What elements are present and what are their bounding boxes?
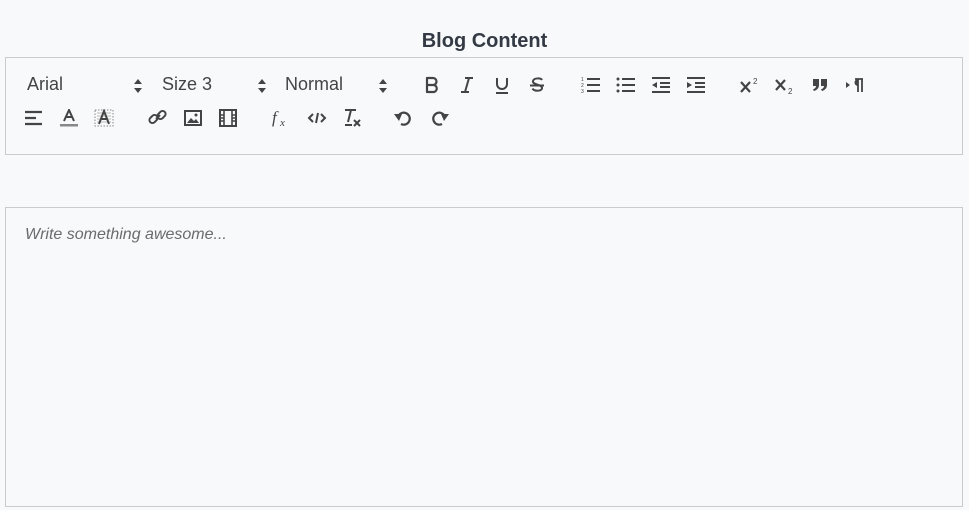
indent-button[interactable]: [682, 73, 710, 97]
svg-text:x: x: [279, 117, 285, 128]
align-left-icon: [25, 110, 42, 126]
page-title: Blog Content: [421, 30, 548, 52]
text-color-icon: [60, 109, 78, 127]
formula-button[interactable]: fx: [268, 106, 296, 130]
subscript-button[interactable]: 2: [771, 73, 799, 97]
background-color-icon: [94, 109, 114, 127]
bullet-list-button[interactable]: [612, 73, 640, 97]
clear-format-icon: [345, 109, 361, 127]
bullet-list-icon: [616, 77, 635, 93]
image-icon: [184, 110, 202, 126]
indent-icon: [687, 77, 705, 93]
chevron-updown-icon: [379, 79, 387, 93]
link-button[interactable]: [144, 106, 172, 130]
outdent-icon: [652, 77, 670, 93]
image-button[interactable]: [179, 106, 207, 130]
code-icon: [307, 112, 327, 124]
editor-placeholder: Write something awesome...: [25, 226, 227, 243]
svg-text:2: 2: [788, 87, 793, 94]
svg-text:f: f: [272, 108, 279, 127]
bold-button[interactable]: [418, 73, 446, 97]
underline-icon: [496, 78, 508, 94]
text-color-button[interactable]: [55, 106, 83, 130]
size-picker-label: Size 3: [162, 74, 213, 94]
undo-button[interactable]: [389, 106, 417, 130]
svg-text:3: 3: [581, 89, 584, 94]
background-color-button[interactable]: [90, 106, 118, 130]
chevron-updown-icon: [134, 79, 142, 93]
subscript-icon: 2: [775, 79, 793, 94]
superscript-icon: 2: [740, 77, 758, 93]
header-picker-label: Normal: [285, 74, 344, 94]
superscript-button[interactable]: 2: [736, 73, 764, 97]
link-icon: [148, 109, 167, 125]
redo-icon: [432, 111, 449, 126]
header-picker[interactable]: Normal: [285, 74, 395, 96]
editor-toolbar: Arial Size 3 Normal 123 2 2 f x: [5, 57, 963, 155]
bold-icon: [425, 76, 438, 94]
redo-button[interactable]: [426, 106, 454, 130]
video-button[interactable]: [214, 106, 242, 130]
text-direction-icon: [846, 78, 863, 92]
text-direction-button[interactable]: [841, 73, 869, 97]
italic-icon: [461, 77, 473, 93]
chevron-updown-icon: [258, 79, 266, 93]
blockquote-icon: [813, 79, 827, 91]
formula-icon: fx: [272, 108, 285, 128]
font-picker-label: Arial: [27, 74, 64, 94]
align-button[interactable]: [20, 106, 48, 130]
size-picker[interactable]: Size 3: [162, 74, 272, 96]
code-button[interactable]: [303, 106, 331, 130]
editor-area[interactable]: Write something awesome...: [5, 207, 963, 507]
italic-button[interactable]: [453, 73, 481, 97]
underline-button[interactable]: [488, 73, 516, 97]
video-icon: [219, 109, 237, 127]
blockquote-button[interactable]: [806, 73, 834, 97]
strike-button[interactable]: [523, 73, 551, 97]
ordered-list-button[interactable]: 123: [577, 73, 605, 97]
ordered-list-icon: 123: [581, 77, 600, 94]
undo-icon: [394, 111, 411, 126]
font-picker[interactable]: Arial: [27, 74, 147, 96]
outdent-button[interactable]: [647, 73, 675, 97]
clear-format-button[interactable]: [338, 106, 366, 130]
strikethrough-icon: [530, 77, 544, 92]
svg-text:2: 2: [753, 77, 758, 86]
